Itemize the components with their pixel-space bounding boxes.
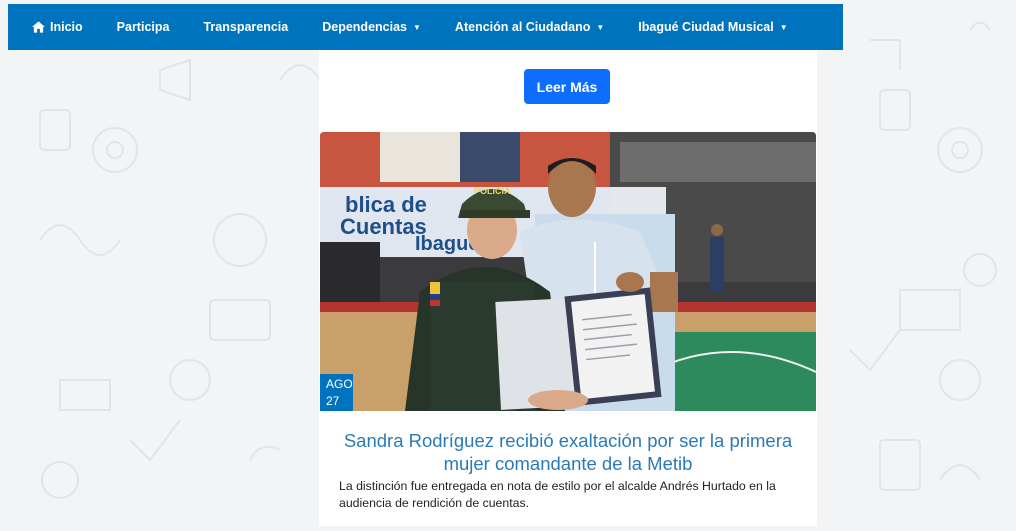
caret-down-icon: ▼ xyxy=(596,22,605,32)
nav-participa[interactable]: Participa xyxy=(100,4,187,50)
nav-dependencias-dropdown[interactable]: Dependencias ▼ xyxy=(305,4,438,50)
nav-transparencia[interactable]: Transparencia xyxy=(186,4,305,50)
caret-down-icon: ▼ xyxy=(779,22,788,32)
nav-atencion-label: Atención al Ciudadano xyxy=(454,20,591,34)
news-title-link[interactable]: Sandra Rodríguez recibió exaltación por … xyxy=(329,429,807,475)
nav-participa-label: Participa xyxy=(116,20,170,34)
nav-atencion-dropdown[interactable]: Atención al Ciudadano ▼ xyxy=(438,4,621,50)
read-more-button[interactable]: Leer Más xyxy=(524,69,610,104)
date-badge: AGO 27 xyxy=(320,374,353,411)
news-summary: La distinción fue entregada en nota de e… xyxy=(339,479,776,510)
date-day: 27 xyxy=(326,393,340,408)
news-photo-illustration: blica de Cuentas Ibagué POLICIA xyxy=(320,132,816,411)
home-icon xyxy=(32,21,45,33)
nav-home[interactable]: Inicio xyxy=(8,4,100,50)
news-photo[interactable]: blica de Cuentas Ibagué POLICIA AGO 27 xyxy=(320,132,816,411)
nav-dependencias-label: Dependencias xyxy=(322,20,407,34)
date-month: AGO xyxy=(326,376,353,391)
nav-musical-label: Ibagué Ciudad Musical xyxy=(638,20,774,34)
caret-down-icon: ▼ xyxy=(413,22,421,32)
police-cap-text: POLICIA xyxy=(474,186,511,196)
main-navbar: Inicio Participa Transparencia Dependenc… xyxy=(8,4,843,50)
news-column: Leer Más blica de Cuentas Ibagué POLICIA… xyxy=(319,50,817,526)
nav-home-label: Inicio xyxy=(50,20,83,34)
nav-transparencia-label: Transparencia xyxy=(203,20,289,34)
banner-text-2: Cuentas xyxy=(340,214,427,239)
nav-musical-dropdown[interactable]: Ibagué Ciudad Musical ▼ xyxy=(621,4,804,50)
